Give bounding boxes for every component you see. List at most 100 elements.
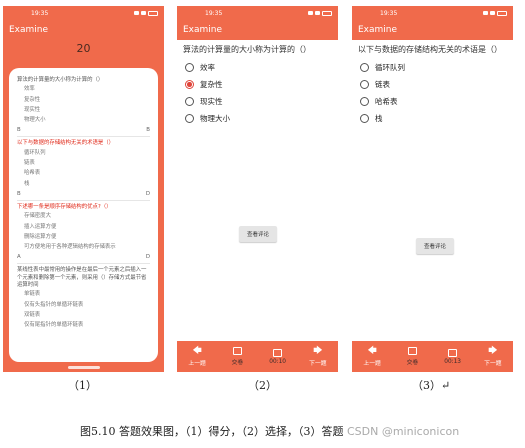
prev-question-button[interactable]: 🡄 上一题 <box>354 346 390 367</box>
option-label: 效率 <box>200 62 215 72</box>
option-label: 复杂性 <box>200 79 223 89</box>
radio-unchecked-icon[interactable] <box>360 62 369 72</box>
next-question-button[interactable]: 🡆 下一题 <box>300 345 336 367</box>
arrow-right-icon: 🡆 <box>313 345 323 356</box>
status-icons <box>308 10 332 16</box>
radio-unchecked-icon[interactable] <box>360 96 369 106</box>
app-bar: Examine <box>177 20 338 40</box>
view-comments-button[interactable]: 查看评论 <box>239 226 277 242</box>
option-group: 效率复杂性现实性物理大小 <box>177 59 338 127</box>
correct-answer: B <box>146 127 150 134</box>
watermark: CSDN @miniconicon <box>346 425 460 438</box>
your-answer: A <box>17 254 21 261</box>
option-radio-row[interactable]: 栈 <box>352 110 513 127</box>
phone-screen-answer: 19:35 Examine 以下与数据的存储结构无关的术语是（） 循环队列 链表哈… <box>352 6 513 372</box>
result-option: 可方便地用于各种逻辑结构的存储表示 <box>24 244 116 251</box>
wifi-icon <box>308 11 313 15</box>
result-option: 复杂性 <box>24 96 41 103</box>
result-option: 物理大小 <box>24 117 46 124</box>
result-option: 哈希表 <box>24 170 41 177</box>
radio-unchecked-icon[interactable] <box>185 113 194 123</box>
result-question: 算法的计算量的大小称为计算的（） <box>17 77 104 83</box>
radio-checked-icon[interactable] <box>185 79 194 89</box>
figure-caption-text: 图5.10 答题效果图，（1）得分，（2）选择，（3）答题 <box>80 425 344 438</box>
timer: 00:13 <box>435 348 471 365</box>
bottom-nav: 🡄 上一题 交卷 00:13 🡆 下一题 <box>352 341 513 372</box>
option-radio-row[interactable]: 物理大小 <box>177 110 338 127</box>
option-radio-row[interactable]: 效率 <box>177 59 338 76</box>
submit-icon <box>407 347 417 355</box>
submit-button[interactable]: 交卷 <box>219 347 255 366</box>
radio-unchecked-icon[interactable] <box>185 62 194 72</box>
result-option: 循环队列 <box>24 149 46 156</box>
wifi-icon <box>134 11 139 15</box>
result-option: 栈 <box>24 180 30 187</box>
timer: 00:10 <box>260 348 296 365</box>
radio-unchecked-icon[interactable] <box>360 113 369 123</box>
status-icons <box>483 10 507 16</box>
caption-sub-2: （2） <box>248 379 277 392</box>
option-radio-row[interactable]: 现实性 <box>177 93 338 110</box>
answer-row: AD <box>17 252 150 265</box>
battery-icon <box>497 10 507 16</box>
result-option: 效率 <box>24 86 35 93</box>
app-bar: Examine <box>3 20 164 40</box>
result-option: 仅有尾指针的单循环链表 <box>24 322 84 329</box>
status-bar: 19:35 <box>3 6 164 20</box>
app-title: Examine <box>183 25 223 35</box>
arrow-left-icon: 🡄 <box>192 345 202 356</box>
result-option: 单链表 <box>24 291 41 298</box>
result-option: 链表 <box>24 160 35 167</box>
score-display: 20 <box>76 42 91 55</box>
phone-screen-score: 19:35 Examine 20 算法的计算量的大小称为计算的（） 效率复杂性现实… <box>3 6 164 372</box>
timer-icon <box>273 348 283 357</box>
correct-answer: D <box>145 254 150 261</box>
figure-caption: 图5.10 答题效果图，（1）得分，（2）选择，（3）答题 CSDN @mini… <box>80 423 459 439</box>
option-radio-row[interactable]: 循环队列 <box>352 59 513 76</box>
answer-row: BB <box>17 125 150 138</box>
option-radio-row[interactable]: 哈希表 <box>352 93 513 110</box>
result-option: 插入运算方便 <box>24 223 57 230</box>
status-bar: 19:35 <box>177 6 338 20</box>
signal-icon <box>490 11 495 15</box>
caption-sub-3: （3）↵ <box>412 379 451 392</box>
question-text: 算法的计算量的大小称为计算的（） <box>183 45 311 54</box>
view-comments-button[interactable]: 查看评论 <box>416 238 454 254</box>
radio-unchecked-icon[interactable] <box>360 79 369 89</box>
app-bar: Examine <box>352 20 513 40</box>
answer-row: BD <box>17 189 150 201</box>
status-time: 19:35 <box>205 9 223 17</box>
option-radio-row[interactable]: 链表 <box>352 76 513 93</box>
battery-icon <box>322 10 332 16</box>
status-time: 19:35 <box>380 9 398 17</box>
prev-question-button[interactable]: 🡄 上一题 <box>179 345 215 367</box>
phone-screen-select: 19:35 Examine 算法的计算量的大小称为计算的（） 效率复杂性现实性物… <box>177 6 338 372</box>
result-option: 存储密度大 <box>24 213 51 220</box>
option-label: 现实性 <box>200 96 223 106</box>
wifi-icon <box>483 11 488 15</box>
result-list[interactable]: 算法的计算量的大小称为计算的（） 效率 复杂性 现实性 物理大小 B B 以下与数据的存储结构… <box>9 68 158 362</box>
result-option: 仅有头指针的单循环链表 <box>24 301 84 308</box>
result-question: 下述哪一条是顺序存储结构的优点?（） <box>17 203 112 210</box>
option-group: 循环队列链表哈希表栈 <box>352 59 513 127</box>
radio-unchecked-icon[interactable] <box>185 96 194 106</box>
option-label: 循环队列 <box>375 62 405 72</box>
scroll-indicator <box>67 366 100 369</box>
result-option: 双链表 <box>24 311 41 318</box>
result-option: 现实性 <box>24 106 41 113</box>
bottom-nav: 🡄 上一题 交卷 00:10 🡆 下一题 <box>177 341 338 372</box>
next-question-button[interactable]: 🡆 下一题 <box>475 345 511 367</box>
your-answer: B <box>17 127 21 134</box>
submit-button[interactable]: 交卷 <box>394 347 430 366</box>
option-radio-row[interactable]: 复杂性 <box>177 76 338 93</box>
arrow-right-icon: 🡆 <box>488 345 498 356</box>
option-label: 链表 <box>375 79 390 89</box>
correct-answer: D <box>145 190 150 197</box>
battery-icon <box>148 10 158 16</box>
timer-icon <box>448 348 458 357</box>
status-time: 19:35 <box>31 9 49 17</box>
result-option: 删除运算方便 <box>24 233 57 240</box>
status-icons <box>134 10 158 16</box>
status-bar: 19:35 <box>352 6 513 20</box>
option-label: 哈希表 <box>375 96 398 106</box>
